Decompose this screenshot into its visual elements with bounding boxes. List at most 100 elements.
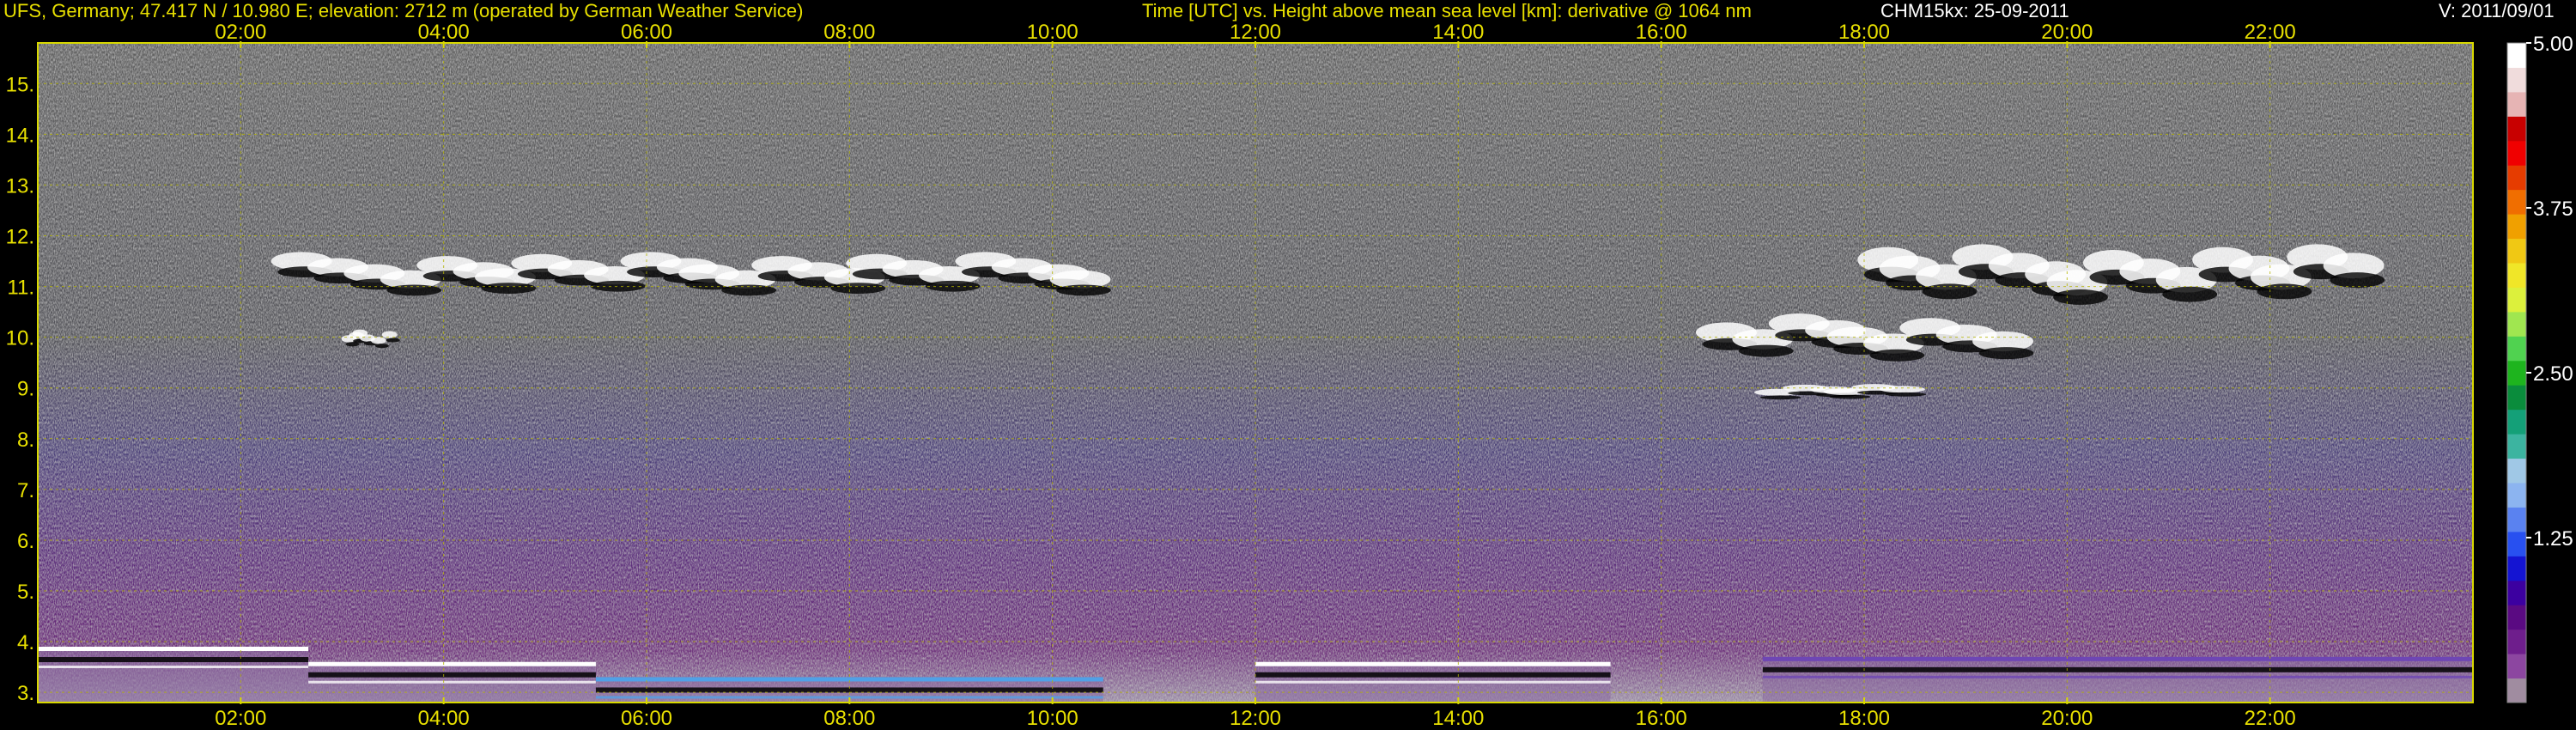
cloud-streak [370,337,386,344]
colorbar-swatch [2507,67,2526,93]
colorbar-swatch [2507,507,2526,532]
colorbar-swatch [2507,189,2526,215]
x-tick-label: 04:00 [418,21,470,44]
colorbar-swatch [2507,531,2526,557]
x-tick-label: 14:00 [1432,21,1484,44]
boundary-layer-band [308,672,596,678]
colorbar-swatch [2507,311,2526,337]
colorbar-swatch [2507,458,2526,484]
boundary-layer [38,647,309,703]
boundary-layer [308,661,596,703]
cloud-shadow [1738,344,1794,357]
colorbar-swatch [2507,287,2526,313]
colorbar-tick-label: 1.25 [2533,527,2573,551]
y-tick-label: 4. [17,631,34,654]
x-tick-label: 08:00 [823,707,875,730]
y-tick-label: 9. [17,378,34,401]
colorbar-tick-label: 2.50 [2533,362,2573,386]
colorbar-swatch [2507,605,2526,630]
x-tick-label: 14:00 [1432,707,1484,730]
x-tick-label: 16:00 [1636,707,1687,730]
colorbar-swatch [2507,336,2526,362]
cloud-shadow [481,283,537,294]
x-tick-label: 18:00 [1838,707,1890,730]
boundary-layer-band [38,657,309,663]
colorbar-swatch [2507,116,2526,142]
colorbar-tick-label: 5.00 [2533,33,2573,56]
x-tick-label: 20:00 [2041,707,2093,730]
cloud-shadow [2257,283,2312,300]
boundary-layer-band [1255,672,1611,678]
colorbar-swatch [2507,214,2526,240]
ceilometer-chart: 02:00 04:00 06:00 08:00 10:00 12:00 14:00 16:00… [6,21,2573,730]
x-tick-label: 06:00 [621,21,672,44]
x-tick-label: 16:00 [1636,21,1687,44]
boundary-layer [1255,661,1611,703]
cloud-streak [1879,386,1925,393]
boundary-layer-line [1762,675,2473,678]
cloud-shadow [374,344,389,349]
x-tick-label: 22:00 [2245,707,2296,730]
cloud-shadow [1885,392,1927,397]
colorbar-swatch [2507,140,2526,166]
y-tick-labels: 3. 4. 5. 6. 7. 8. 9. 10. 11. 12. 13. 14. 15. [6,73,34,705]
cloud-shadow [1759,395,1801,400]
y-tick-label: 11. [7,277,34,300]
boundary-layer-line [38,666,309,669]
colorbar-swatch [2507,91,2526,117]
x-tick-label: 04:00 [418,707,470,730]
cloud-shadow [2330,272,2385,289]
boundary-layer [1762,656,2473,703]
x-tick-label: 20:00 [2041,21,2093,44]
colorbar-swatch [2507,556,2526,581]
boundary-layer-top [1255,661,1611,666]
y-tick-label: 3. [17,682,34,705]
cloud-shadow [1869,349,1925,362]
colorbar-swatch [2507,434,2526,459]
boundary-layer-top [38,647,309,652]
x-tick-label: 08:00 [823,21,875,44]
y-tick-label: 6. [17,530,34,553]
x-tick-label: 12:00 [1230,21,1281,44]
boundary-layer-fill [1762,656,2473,703]
boundary-layer-top [1762,656,2473,661]
cloud-shadow [1978,347,2034,360]
colorbar-swatch [2507,263,2526,288]
colorbar-swatch [2507,238,2526,264]
boundary-layer-band [1762,666,2473,672]
y-tick-label: 5. [17,581,34,604]
y-tick-label: 15. [6,73,34,96]
cloud-shadow [386,338,400,343]
y-tick-label: 12. [6,225,34,248]
boundary-layer-fill [38,647,309,703]
colorbar-swatch [2507,678,2526,703]
y-tick-label: 7. [17,479,34,502]
cloud-shadow [2053,289,2108,305]
cloud-shadow [830,283,886,294]
colorbar-swatch [2507,580,2526,605]
x-tick-label: 22:00 [2245,21,2296,44]
x-tick-label: 10:00 [1027,707,1078,730]
boundary-layer-line [1255,680,1611,684]
colorbar-swatch [2507,385,2526,411]
colorbar-swatch [2507,43,2526,68]
x-tick-label: 02:00 [215,707,266,730]
colorbar-swatch [2507,409,2526,435]
colorbar-swatch [2507,360,2526,386]
colorbar-swatch [2507,654,2526,679]
x-tick-label: 10:00 [1027,21,1078,44]
cloud-shadow [2162,286,2218,302]
y-tick-label: 8. [17,429,34,452]
colorbar-tick-label: 3.75 [2533,198,2573,221]
colorbar-swatch [2507,629,2526,654]
y-tick-label: 13. [6,174,34,198]
x-tick-label: 02:00 [215,21,266,44]
boundary-layer-line [308,680,596,684]
colorbar-swatch [2507,165,2526,191]
y-tick-label: 14. [6,124,34,147]
colorbar-swatch [2507,483,2526,508]
boundary-layer-top [308,661,596,666]
x-tick-label: 18:00 [1838,21,1890,44]
y-tick-label: 10. [6,327,34,350]
x-tick-label: 12:00 [1230,707,1281,730]
